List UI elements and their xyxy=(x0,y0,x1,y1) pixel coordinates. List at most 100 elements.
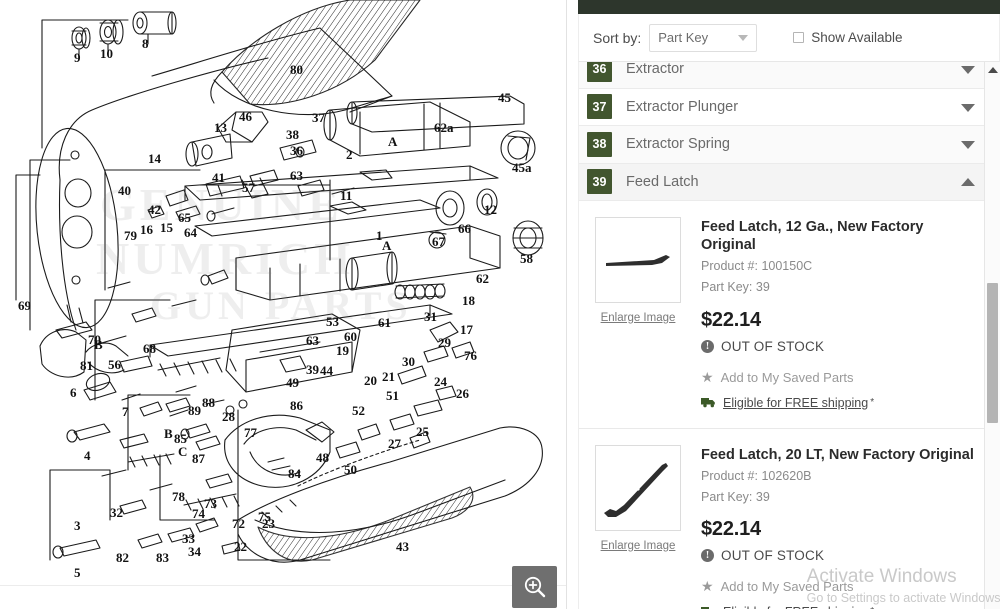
product-title[interactable]: Feed Latch, 20 LT, New Factory Original xyxy=(701,446,977,464)
svg-text:81: 81 xyxy=(80,358,93,373)
product-number: Product #: 100150C xyxy=(701,257,977,275)
svg-text:2: 2 xyxy=(346,147,353,162)
svg-text:44: 44 xyxy=(320,363,334,378)
svg-text:80: 80 xyxy=(290,62,303,77)
svg-text:88: 88 xyxy=(202,395,216,410)
sort-by-label: Sort by: xyxy=(593,30,641,46)
sort-filter-bar: Sort by: Part Key Show Available xyxy=(578,14,1000,62)
part-row-label: Extractor Spring xyxy=(626,136,730,152)
svg-text:56: 56 xyxy=(108,357,122,372)
svg-text:B: B xyxy=(164,426,173,441)
svg-text:30: 30 xyxy=(402,354,415,369)
scrollbar-track[interactable] xyxy=(985,78,1000,609)
svg-text:14: 14 xyxy=(148,151,162,166)
svg-text:50: 50 xyxy=(344,462,357,477)
svg-text:28: 28 xyxy=(222,409,236,424)
svg-text:36: 36 xyxy=(290,143,304,158)
product-info-column: Feed Latch, 12 Ga., New Factory Original… xyxy=(687,217,977,410)
svg-text:3: 3 xyxy=(74,518,81,533)
svg-text:43: 43 xyxy=(396,539,410,554)
checkbox-icon[interactable] xyxy=(793,32,804,43)
svg-text:9: 9 xyxy=(74,50,81,65)
svg-text:68: 68 xyxy=(143,341,157,356)
free-shipping-label[interactable]: Eligible for FREE shipping xyxy=(723,605,868,609)
svg-text:18: 18 xyxy=(462,293,476,308)
chevron-up-icon[interactable] xyxy=(961,178,975,186)
svg-text:38: 38 xyxy=(286,127,300,142)
part-row-39[interactable]: 39 Feed Latch xyxy=(579,164,988,202)
add-to-saved-parts-button[interactable]: ★ Add to My Saved Parts xyxy=(701,370,977,385)
enlarge-image-link[interactable]: Enlarge Image xyxy=(595,540,681,552)
add-to-saved-parts-label: Add to My Saved Parts xyxy=(721,579,854,594)
product-thumbnail[interactable] xyxy=(595,217,681,303)
svg-text:16: 16 xyxy=(140,222,154,237)
chevron-down-icon[interactable] xyxy=(961,104,975,112)
svg-text:72: 72 xyxy=(232,516,245,531)
svg-text:63: 63 xyxy=(306,333,320,348)
svg-text:82: 82 xyxy=(116,550,129,565)
pane-divider xyxy=(566,0,567,609)
free-shipping-line[interactable]: Eligible for FREE shipping * xyxy=(701,605,977,609)
svg-text:66: 66 xyxy=(458,221,472,236)
info-circle-icon: ! xyxy=(701,340,714,353)
product-price: $22.14 xyxy=(701,309,977,332)
parts-rows-viewport[interactable]: 36 Extractor 37 Extractor Plunger 38 Ext… xyxy=(578,62,988,609)
product-card: Enlarge Image Feed Latch, 12 Ga., New Fa… xyxy=(579,201,988,429)
svg-text:76: 76 xyxy=(464,348,478,363)
part-row-37[interactable]: 37 Extractor Plunger xyxy=(579,89,988,127)
product-price: $22.14 xyxy=(701,518,977,541)
free-shipping-label[interactable]: Eligible for FREE shipping xyxy=(723,396,868,410)
truck-icon xyxy=(701,397,716,408)
svg-text:32: 32 xyxy=(110,505,123,520)
svg-text:49: 49 xyxy=(286,375,300,390)
part-key-badge: 36 xyxy=(587,62,612,82)
svg-text:29: 29 xyxy=(438,335,452,350)
part-row-label: Extractor Plunger xyxy=(626,99,738,115)
svg-text:77: 77 xyxy=(244,425,258,440)
part-row-36[interactable]: 36 Extractor xyxy=(579,62,988,89)
sort-by-select[interactable]: Part Key xyxy=(649,24,757,52)
scroll-up-arrow-icon[interactable] xyxy=(985,62,1000,78)
svg-text:64: 64 xyxy=(184,225,198,240)
product-title[interactable]: Feed Latch, 12 Ga., New Factory Original xyxy=(701,218,977,254)
sort-by-value: Part Key xyxy=(658,30,708,45)
svg-text:17: 17 xyxy=(460,322,474,337)
part-row-38[interactable]: 38 Extractor Spring xyxy=(579,126,988,164)
svg-text:15: 15 xyxy=(160,220,174,235)
svg-text:51: 51 xyxy=(386,388,399,403)
svg-text:24: 24 xyxy=(434,374,448,389)
add-to-saved-parts-button[interactable]: ★ Add to My Saved Parts xyxy=(701,579,977,594)
svg-text:48: 48 xyxy=(316,450,330,465)
exploded-parts-schematic[interactable]: 9108 804545a 461337 383662a 2A14 416312 … xyxy=(0,0,567,585)
svg-text:79: 79 xyxy=(124,228,138,243)
diagram-bottom-strip xyxy=(0,585,567,609)
stock-status-line: ! OUT OF STOCK xyxy=(701,339,977,354)
svg-text:53: 53 xyxy=(326,314,340,329)
product-card: Enlarge Image Feed Latch, 20 LT, New Fac… xyxy=(579,429,988,609)
product-thumbnail[interactable] xyxy=(595,445,681,531)
product-info-column: Feed Latch, 20 LT, New Factory Original … xyxy=(687,445,977,609)
stock-status-text: OUT OF STOCK xyxy=(721,339,824,354)
product-number: Product #: 102620B xyxy=(701,467,977,485)
magnifier-plus-icon[interactable] xyxy=(512,566,557,608)
product-thumbnail-column: Enlarge Image xyxy=(595,217,687,410)
star-icon: ★ xyxy=(701,370,714,384)
svg-text:22: 22 xyxy=(234,539,247,554)
chevron-down-icon[interactable] xyxy=(961,141,975,149)
stock-status-text: OUT OF STOCK xyxy=(721,548,824,563)
svg-text:52: 52 xyxy=(352,403,365,418)
svg-text:41: 41 xyxy=(212,170,225,185)
scrollbar-thumb[interactable] xyxy=(987,283,998,423)
svg-text:27: 27 xyxy=(388,436,402,451)
svg-text:62: 62 xyxy=(476,271,489,286)
svg-text:45a: 45a xyxy=(512,160,532,175)
svg-text:61: 61 xyxy=(378,315,391,330)
part-key-badge: 38 xyxy=(587,132,612,157)
show-available-toggle[interactable]: Show Available xyxy=(793,30,902,45)
chevron-down-icon[interactable] xyxy=(961,66,975,74)
parts-list-scrollbar[interactable] xyxy=(984,62,1000,609)
svg-text:69: 69 xyxy=(18,298,32,313)
free-shipping-line[interactable]: Eligible for FREE shipping * xyxy=(701,396,977,410)
product-part-key: Part Key: 39 xyxy=(701,488,977,506)
enlarge-image-link[interactable]: Enlarge Image xyxy=(595,312,681,324)
